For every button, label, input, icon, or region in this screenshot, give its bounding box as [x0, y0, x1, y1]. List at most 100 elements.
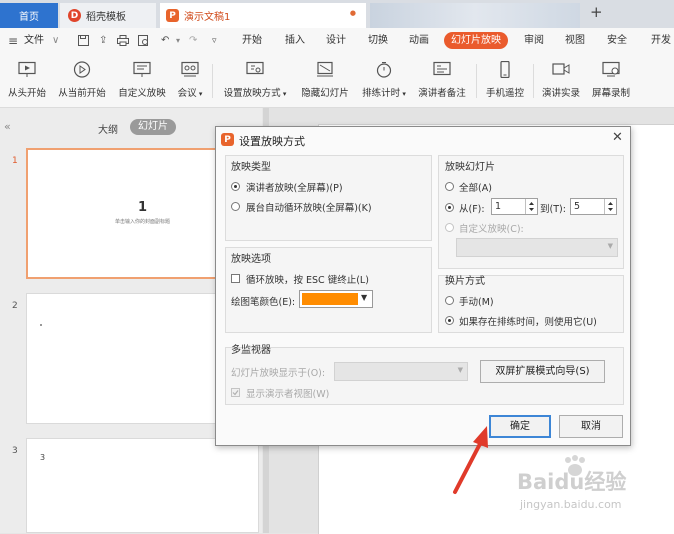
undo-dropdown-icon[interactable]: ▾	[176, 28, 180, 54]
tab-home[interactable]: 首页	[0, 3, 58, 28]
hide-slide-button[interactable]: 隐藏幻灯片	[296, 54, 354, 107]
rehearse-timings-button[interactable]: 排练计时 ▾	[356, 54, 412, 107]
stepper-arrows-icon[interactable]	[604, 199, 616, 214]
slide-number: 3	[12, 446, 18, 456]
menu-review[interactable]: 审阅	[524, 28, 544, 54]
slide-number: 2	[12, 301, 18, 311]
meeting-icon	[181, 61, 199, 77]
tab-document-label: 演示文稿1	[184, 12, 231, 23]
chevron-down-icon: ▼	[457, 366, 463, 374]
play-from-start-label: 从头开始	[7, 88, 46, 99]
menu-developer[interactable]: 开发	[651, 28, 671, 54]
monitors-title: 多监视器	[231, 345, 271, 356]
menu-design[interactable]: 设计	[326, 28, 346, 54]
advance-slides-title: 换片方式	[445, 276, 485, 287]
speaker-notes-icon	[433, 61, 451, 76]
show-options-title: 放映选项	[231, 254, 271, 265]
manual-advance-label: 手动(M)	[459, 297, 494, 308]
screen-record-button[interactable]: 屏幕录制	[588, 54, 634, 107]
menu-transition[interactable]: 切换	[368, 28, 388, 54]
display-on-label: 幻灯片放映显示于(O):	[231, 368, 326, 379]
custom-show-label: 自定义放映	[118, 88, 166, 99]
ribbon-divider	[476, 64, 477, 98]
pen-color-swatch	[302, 293, 358, 305]
from-slide-stepper[interactable]: 1	[491, 198, 538, 215]
tab-template[interactable]: D 稻壳模板	[60, 3, 156, 28]
setup-show-icon	[246, 61, 264, 75]
custom-show-radio[interactable]	[445, 223, 454, 232]
record-show-label: 演讲实录	[541, 88, 580, 99]
slide-thumbnail-3[interactable]: 3	[26, 438, 259, 533]
pen-color-picker[interactable]: ▼	[299, 290, 373, 308]
play-from-current-button[interactable]: 从当前开始	[54, 54, 110, 107]
custom-show-icon	[133, 61, 151, 77]
presenter-view-checkbox[interactable]	[231, 388, 240, 397]
all-slides-radio[interactable]	[445, 182, 454, 191]
export-icon[interactable]: ⇪	[99, 28, 107, 54]
rehearse-timings-label: 排练计时 ▾	[362, 88, 406, 99]
pointer-arrow-icon	[453, 426, 488, 494]
kiosk-show-radio[interactable]	[231, 202, 240, 211]
menu-home[interactable]: 开始	[242, 28, 262, 54]
app-logo-icon: P	[221, 133, 234, 146]
dialog-title-bar[interactable]: P 设置放映方式 ✕	[216, 127, 630, 153]
play-from-start-button[interactable]: 从头开始	[4, 54, 50, 107]
dual-screen-wizard-button[interactable]: 双屏扩展模式向导(S)	[480, 360, 605, 383]
use-timings-radio[interactable]	[445, 316, 454, 325]
speaker-notes-label: 演讲者备注	[418, 88, 466, 99]
display-on-select[interactable]: ▼	[334, 362, 468, 381]
chevron-down-icon: ▼	[361, 293, 368, 302]
use-timings-label: 如果存在排练时间，则使用它(U)	[459, 317, 597, 328]
cancel-button[interactable]: 取消	[559, 415, 623, 438]
tab-blurred[interactable]	[370, 3, 580, 28]
unsaved-dot-icon: ●	[349, 9, 356, 17]
loop-checkbox[interactable]	[231, 274, 240, 283]
chevron-down-icon: ▼	[607, 242, 613, 250]
menu-view[interactable]: 视图	[565, 28, 585, 54]
chevron-down-icon[interactable]: ∨	[52, 28, 59, 54]
from-slide-radio[interactable]	[445, 203, 454, 212]
menu-slideshow[interactable]: 幻灯片放映	[444, 32, 508, 49]
setup-show-button[interactable]: 设置放映方式 ▾	[218, 54, 292, 107]
meeting-label: 会议 ▾	[177, 88, 203, 99]
slide-number: 1	[12, 156, 18, 166]
slide-content-mark	[40, 324, 42, 326]
manual-advance-radio[interactable]	[445, 296, 454, 305]
custom-show-button[interactable]: 自定义放映	[114, 54, 170, 107]
new-tab-button[interactable]: +	[590, 3, 603, 21]
to-slide-stepper[interactable]: 5	[570, 198, 617, 215]
collapse-panel-icon[interactable]: «	[4, 120, 11, 133]
tab-slides[interactable]: 幻灯片	[130, 119, 176, 135]
hide-slide-label: 隐藏幻灯片	[301, 88, 349, 99]
tab-template-label: 稻壳模板	[86, 12, 126, 23]
screen-record-icon	[602, 61, 620, 77]
meeting-button[interactable]: 会议 ▾	[172, 54, 208, 107]
ribbon-slideshow: 从头开始 从当前开始 自定义放映 会议 ▾ 设置放映方式 ▾ 隐藏幻灯片 排练计…	[0, 54, 674, 108]
play-from-start-icon	[18, 61, 36, 77]
ribbon-divider	[533, 64, 534, 98]
close-icon[interactable]: ✕	[612, 130, 623, 145]
stepper-arrows-icon[interactable]	[525, 199, 537, 214]
undo-icon[interactable]: ↶	[161, 28, 169, 54]
quick-access-dropdown-icon[interactable]: ▿	[212, 28, 217, 54]
tab-outline[interactable]: 大纲	[98, 121, 118, 136]
save-icon[interactable]	[78, 28, 89, 54]
play-circle-icon	[73, 61, 91, 78]
redo-icon[interactable]: ↷	[189, 28, 197, 54]
hamburger-menu-icon[interactable]: ≡	[8, 28, 18, 54]
speaker-notes-button[interactable]: 演讲者备注	[414, 54, 470, 107]
print-preview-icon[interactable]	[138, 28, 150, 54]
phone-remote-button[interactable]: 手机遥控	[482, 54, 528, 107]
dialog-title: 设置放映方式	[239, 135, 305, 148]
menu-bar: ≡ 文件 ∨ ⇪ ↶ ▾ ↷ ▿ 开始 插入 设计 切换 动画 幻灯片放映 审阅…	[0, 28, 674, 55]
menu-file[interactable]: 文件	[24, 28, 44, 54]
presentation-file-icon: P	[166, 9, 179, 22]
menu-animation[interactable]: 动画	[409, 28, 429, 54]
record-show-button[interactable]: 演讲实录	[538, 54, 584, 107]
menu-insert[interactable]: 插入	[285, 28, 305, 54]
custom-show-select[interactable]: ▼	[456, 238, 618, 257]
menu-security[interactable]: 安全	[607, 28, 627, 54]
presenter-show-radio[interactable]	[231, 182, 240, 191]
tab-document[interactable]: P 演示文稿1 ●	[160, 3, 366, 28]
print-icon[interactable]	[117, 28, 129, 54]
